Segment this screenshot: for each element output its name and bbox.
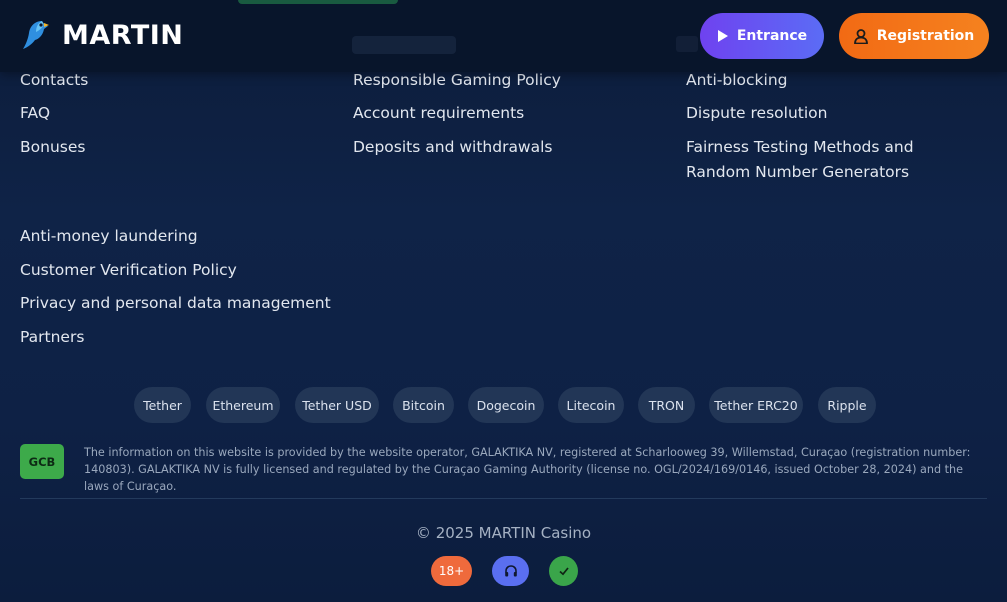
payment-chip-litecoin: Litecoin xyxy=(558,387,624,423)
age-restriction-badge: 18+ xyxy=(431,556,472,586)
registration-label: Registration xyxy=(876,28,975,44)
entrance-label: Entrance xyxy=(736,28,808,44)
license-text: The information on this website is provi… xyxy=(84,446,971,493)
footer-link-bonuses[interactable]: Bonuses xyxy=(20,135,85,160)
footer-link-fairness-testing[interactable]: Fairness Testing Methods and Random Numb… xyxy=(686,135,976,185)
footer-link-faq[interactable]: FAQ xyxy=(20,101,50,126)
user-icon xyxy=(853,28,868,44)
footer-link-customer-verification[interactable]: Customer Verification Policy xyxy=(20,258,237,283)
footer-divider xyxy=(20,498,987,499)
verified-badge xyxy=(549,556,578,586)
copyright-text: © 2025 MARTIN Casino xyxy=(415,524,592,542)
payment-chip-dogecoin: Dogecoin xyxy=(468,387,544,423)
footer-link-privacy[interactable]: Privacy and personal data management xyxy=(20,291,331,316)
parrot-icon xyxy=(23,21,49,49)
site-header: MARTIN Entrance Registration xyxy=(0,0,1007,72)
payment-methods: Tether Ethereum Tether USD Bitcoin Dogec… xyxy=(0,387,1007,423)
brand-logo[interactable]: MARTIN xyxy=(22,18,183,52)
footer-link-deposits-withdrawals[interactable]: Deposits and withdrawals xyxy=(353,135,553,160)
registration-button[interactable]: Registration xyxy=(839,13,989,59)
gcb-license-badge[interactable]: GCB xyxy=(20,444,64,479)
payment-chip-tron: TRON xyxy=(638,387,695,423)
footer-link-partners[interactable]: Partners xyxy=(20,325,84,350)
brand-name: MARTIN xyxy=(62,19,184,51)
support-badge[interactable] xyxy=(492,556,529,586)
payment-chip-tether-erc20: Tether ERC20 xyxy=(709,387,803,423)
footer-link-aml[interactable]: Anti-money laundering xyxy=(20,224,198,249)
payment-chip-bitcoin: Bitcoin xyxy=(393,387,454,423)
footer-link-dispute-resolution[interactable]: Dispute resolution xyxy=(686,101,827,126)
check-icon xyxy=(558,567,569,576)
payment-chip-tether-usd: Tether USD xyxy=(295,387,379,423)
payment-chip-ripple: Ripple xyxy=(818,387,876,423)
entrance-button[interactable]: Entrance xyxy=(700,13,824,59)
payment-chip-ethereum: Ethereum xyxy=(206,387,280,423)
payment-chip-tether: Tether xyxy=(134,387,191,423)
play-icon xyxy=(717,30,728,42)
footer-link-account-requirements[interactable]: Account requirements xyxy=(353,101,524,126)
header-accent-bar xyxy=(238,0,398,4)
header-nav-placeholder xyxy=(352,36,456,54)
headphones-icon xyxy=(504,565,517,577)
header-nav-placeholder-2 xyxy=(676,36,698,52)
